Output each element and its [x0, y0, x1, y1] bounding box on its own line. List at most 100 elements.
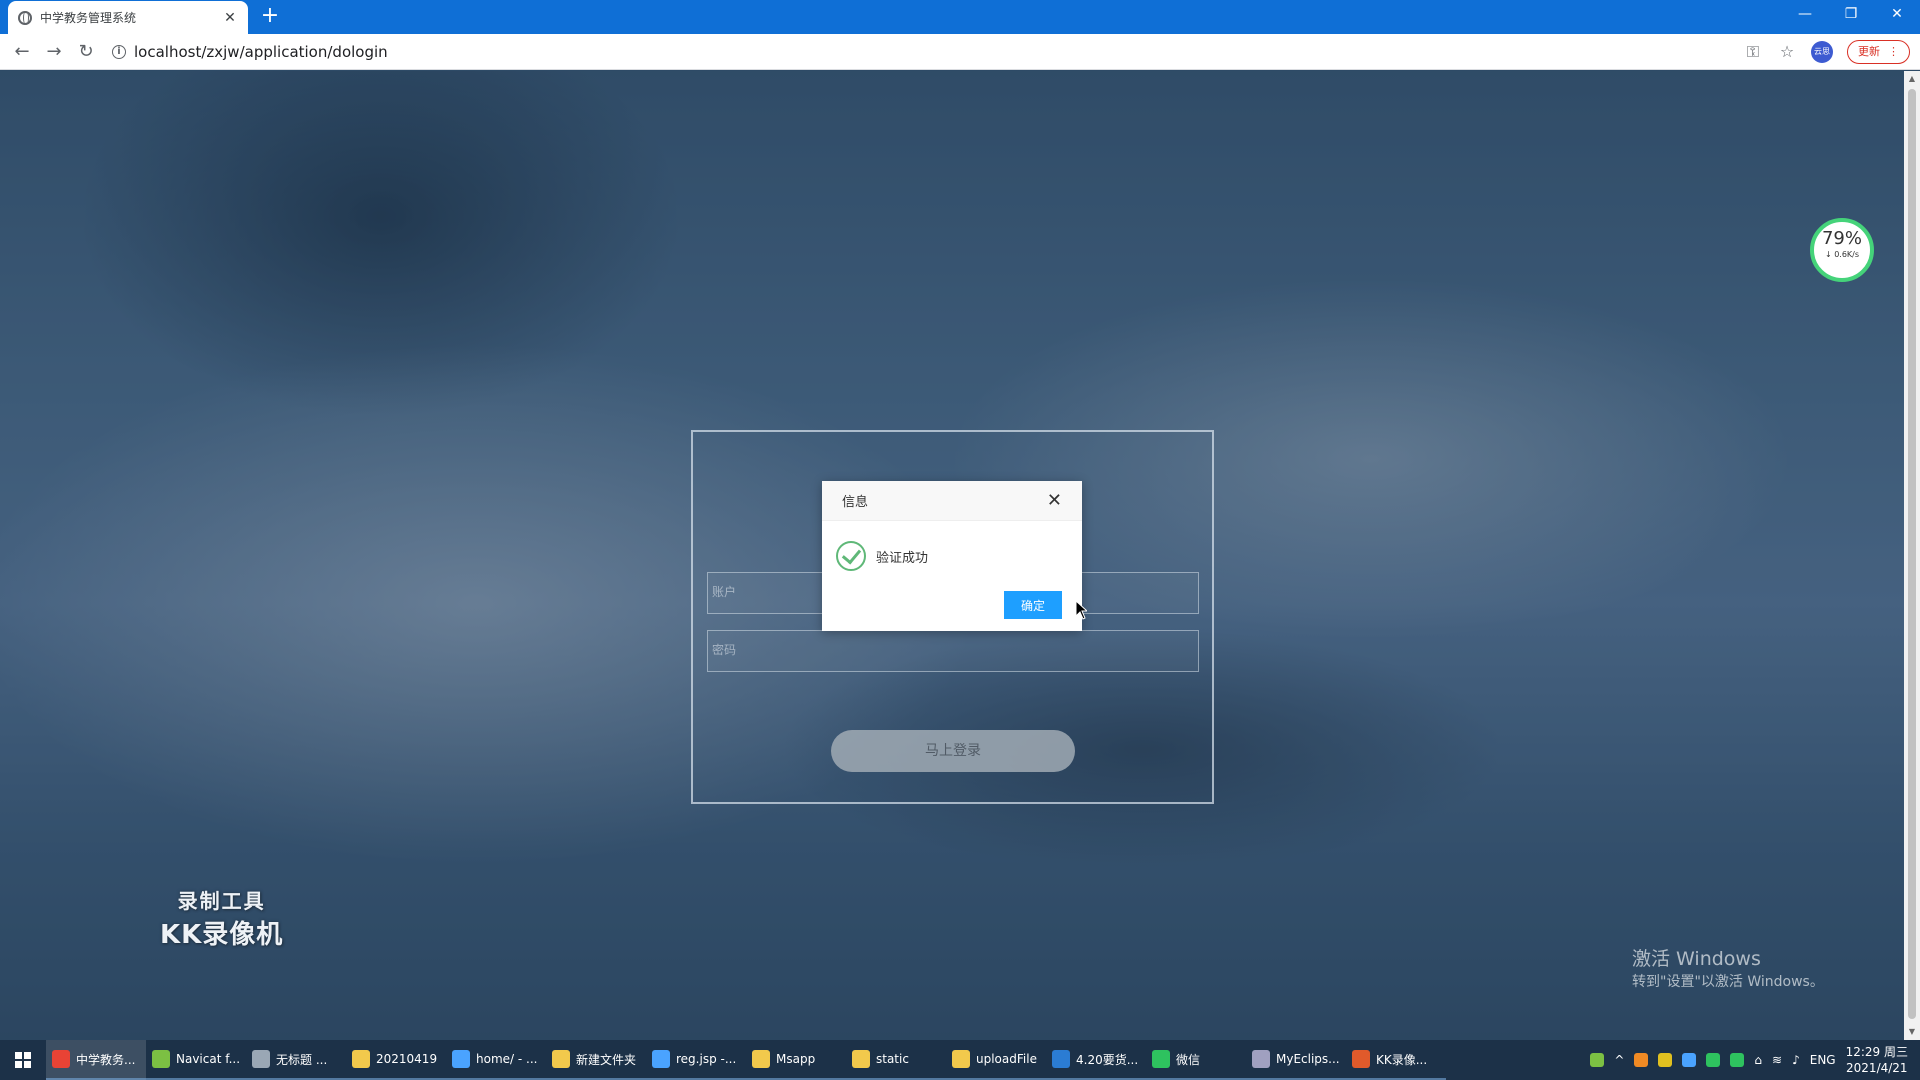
app-icon: [352, 1050, 370, 1068]
dialog-title: 信息: [842, 495, 869, 510]
password-field[interactable]: 密码: [707, 630, 1199, 672]
page-scrollbar[interactable]: ▲ ▼: [1904, 71, 1920, 1040]
taskbar-item-label: 微信: [1176, 1052, 1201, 1067]
taskbar-apps: 中学教务... Navicat f... 无标题 ... 20210419 home/ …: [46, 1040, 1446, 1080]
tray-app4-icon[interactable]: [1706, 1053, 1721, 1067]
app-icon: [1252, 1050, 1270, 1068]
scroll-thumb[interactable]: [1908, 89, 1916, 1019]
browser-toolbar: ← → ↻ i localhost/zxjw/application/dolog…: [0, 34, 1920, 70]
taskbar-item[interactable]: 微信: [1146, 1040, 1246, 1080]
taskbar-item-label: Msapp: [776, 1052, 816, 1066]
tray-expand-icon[interactable]: ^: [1614, 1053, 1624, 1067]
app-icon: [952, 1050, 970, 1068]
clock-date: 2021/4/21: [1846, 1061, 1908, 1075]
new-tab-button[interactable]: +: [258, 5, 282, 29]
system-tray: ^ ⌂ ≋ ♪ ENG 12:29 周三 2021/4/21: [1590, 1040, 1920, 1080]
taskbar-item[interactable]: home/ - ...: [446, 1040, 546, 1080]
restore-button[interactable]: ❐: [1828, 0, 1874, 30]
address-bar[interactable]: i localhost/zxjw/application/dologin: [112, 38, 1772, 66]
minimize-button[interactable]: —: [1782, 0, 1828, 30]
app-icon: [1052, 1050, 1070, 1068]
app-icon: [552, 1050, 570, 1068]
taskbar-item[interactable]: KK录像...: [1346, 1040, 1446, 1080]
clock[interactable]: 12:29 周三 2021/4/21: [1846, 1044, 1908, 1076]
taskbar-item-label: 20210419: [376, 1052, 438, 1066]
mouse-cursor-icon: [1075, 600, 1087, 620]
taskbar-item[interactable]: reg.jsp -...: [646, 1040, 746, 1080]
dialog-header: 信息 ✕: [822, 481, 1082, 521]
network-icon[interactable]: ⌂: [1754, 1053, 1762, 1067]
tray-app-icon[interactable]: [1634, 1053, 1649, 1067]
confirm-button[interactable]: 确定: [1003, 591, 1062, 619]
url-text[interactable]: localhost/zxjw/application/dologin: [134, 43, 388, 61]
activate-line1: 激活 Windows: [1632, 948, 1761, 970]
key-icon[interactable]: ⚿: [1743, 42, 1763, 62]
success-check-icon: [836, 541, 866, 571]
taskbar-item[interactable]: 中学教务...: [46, 1040, 146, 1080]
taskbar-item[interactable]: static: [846, 1040, 946, 1080]
taskbar-item[interactable]: 无标题 ...: [246, 1040, 346, 1080]
app-icon: [152, 1050, 170, 1068]
network-speed-widget[interactable]: 79% ↓ 0.6K/s: [1810, 218, 1874, 282]
recorder-watermark: 录制工具 KK录像机: [160, 885, 283, 951]
bookmark-star-icon[interactable]: ☆: [1777, 42, 1797, 62]
forward-icon[interactable]: →: [42, 40, 66, 64]
update-label: 更新: [1858, 45, 1880, 58]
login-button[interactable]: 马上登录: [831, 730, 1075, 772]
taskbar-item[interactable]: Msapp: [746, 1040, 846, 1080]
taskbar-item[interactable]: Navicat f...: [146, 1040, 246, 1080]
wifi-icon[interactable]: ≋: [1772, 1053, 1782, 1067]
scroll-up-icon[interactable]: ▲: [1904, 71, 1920, 87]
tray-app2-icon[interactable]: [1658, 1053, 1673, 1067]
taskbar-item[interactable]: 20210419: [346, 1040, 446, 1080]
activate-line2: 转到"设置"以激活 Windows。: [1632, 974, 1824, 990]
taskbar-item[interactable]: uploadFile: [946, 1040, 1046, 1080]
recorder-line1: 录制工具: [177, 889, 266, 913]
site-info-icon[interactable]: i: [112, 45, 126, 59]
tab-close-icon[interactable]: ✕: [222, 10, 238, 26]
wechat-tray-icon[interactable]: [1730, 1053, 1745, 1067]
taskbar-item[interactable]: 新建文件夹: [546, 1040, 646, 1080]
back-icon[interactable]: ←: [10, 40, 34, 64]
app-icon: [852, 1050, 870, 1068]
taskbar-item-label: Navicat f...: [176, 1052, 241, 1066]
scroll-down-icon[interactable]: ▼: [1904, 1024, 1920, 1040]
taskbar-item-label: MyEclips...: [1276, 1052, 1340, 1066]
taskbar-item-label: home/ - ...: [476, 1052, 538, 1066]
update-button[interactable]: 更新 ⋮: [1847, 40, 1910, 64]
taskbar-item-label: uploadFile: [976, 1052, 1037, 1066]
taskbar-item-label: KK录像...: [1376, 1052, 1428, 1067]
taskbar-item[interactable]: 4.20要货...: [1046, 1040, 1146, 1080]
dialog-footer: 确定: [1003, 591, 1062, 619]
reload-icon[interactable]: ↻: [74, 40, 98, 64]
app-icon: [652, 1050, 670, 1068]
app-icon: [252, 1050, 270, 1068]
browser-titlebar: 中学教务管理系统 ✕ + — ❐ ✕: [0, 0, 1920, 34]
net-percent: 79%: [1821, 228, 1862, 249]
app-icon: [52, 1050, 70, 1068]
info-dialog: 信息 ✕ 验证成功 确定: [822, 481, 1082, 631]
profile-avatar[interactable]: 云思: [1811, 41, 1833, 63]
taskbar-item[interactable]: MyEclips...: [1246, 1040, 1346, 1080]
input-language[interactable]: ENG: [1810, 1053, 1836, 1067]
taskbar-item-label: 新建文件夹: [576, 1052, 637, 1067]
dialog-close-icon[interactable]: ✕: [1047, 491, 1062, 510]
globe-icon: [18, 10, 32, 25]
taskbar-item-label: 无标题 ...: [276, 1052, 328, 1067]
battery-icon[interactable]: [1590, 1053, 1605, 1067]
toolbar-actions: ⚿ ☆ 云思 更新 ⋮: [1743, 40, 1910, 64]
app-icon: [1352, 1050, 1370, 1068]
tab-title: 中学教务管理系统: [40, 11, 137, 25]
taskbar-item-label: reg.jsp -...: [676, 1052, 737, 1066]
app-icon: [1152, 1050, 1170, 1068]
windows-taskbar: 中学教务... Navicat f... 无标题 ... 20210419 home/ …: [0, 1040, 1920, 1080]
net-speed: ↓ 0.6K/s: [1824, 250, 1860, 259]
more-menu-icon[interactable]: ⋮: [1888, 41, 1899, 63]
browser-tab[interactable]: 中学教务管理系统 ✕: [8, 1, 248, 34]
volume-muted-icon[interactable]: ♪: [1792, 1053, 1800, 1067]
close-window-button[interactable]: ✕: [1874, 0, 1920, 30]
start-button[interactable]: [0, 1040, 46, 1080]
tray-app3-icon[interactable]: [1682, 1053, 1697, 1067]
clock-time: 12:29 周三: [1845, 1045, 1908, 1059]
dialog-message: 验证成功: [876, 550, 929, 566]
